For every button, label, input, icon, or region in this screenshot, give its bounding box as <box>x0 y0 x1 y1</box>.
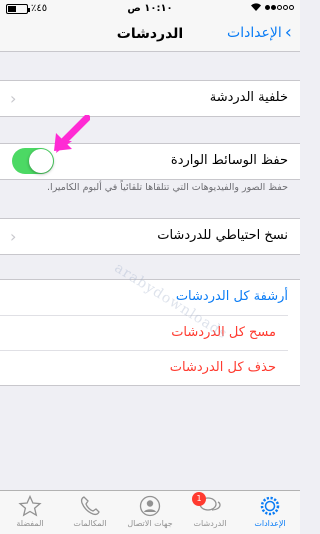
delete-all-label: حذف كل الدردشات <box>169 360 276 375</box>
unread-badge: 1 <box>192 492 206 506</box>
back-button[interactable]: › الإعدادات <box>227 22 292 43</box>
save-media-footnote: حفظ الصور والفيديوهات التي تتلقاها تلقائ… <box>47 182 288 193</box>
tab-label: الإعدادات <box>254 519 286 528</box>
signal-dot <box>265 4 270 10</box>
settings-icon <box>260 496 280 516</box>
signal-dot <box>271 4 276 10</box>
save-incoming-media-label: حفظ الوسائط الواردة <box>170 153 288 168</box>
signal-dot <box>277 4 282 10</box>
chat-wallpaper-label: خلفية الدردشة <box>209 90 288 105</box>
chat-wallpaper-row[interactable]: خلفية الدردشة ‹ <box>0 81 300 116</box>
tab-contacts[interactable]: جهات الاتصال <box>120 491 180 534</box>
navigation-bar: الدردشات › الإعدادات <box>0 18 300 52</box>
delete-all-row[interactable]: حذف كل الدردشات <box>0 350 288 385</box>
save-media-toggle[interactable] <box>12 148 54 174</box>
signal-dot <box>283 4 288 10</box>
chevron-right-icon: › <box>284 22 292 43</box>
star-icon <box>18 495 42 517</box>
status-bar: ٪٤٥ ١٠:١٠ ص <box>0 0 300 18</box>
clear-all-row[interactable]: مسح كل الدردشات <box>0 315 288 350</box>
tab-chats[interactable]: 1 الدردشات <box>180 491 240 534</box>
chat-backup-row[interactable]: نسخ احتياطي للدردشات ‹ <box>0 219 300 254</box>
archive-all-label: أرشفة كل الدردشات <box>175 289 288 304</box>
signal-dot <box>289 4 294 10</box>
tab-bar: المفضلة المكالمات جهات الاتصال 1 الدردشا… <box>0 490 300 534</box>
chevron-left-icon: ‹ <box>10 227 17 246</box>
tab-label: الدردشات <box>193 519 227 528</box>
tab-label: المفضلة <box>16 519 44 528</box>
backup-group: نسخ احتياطي للدردشات ‹ <box>0 218 300 255</box>
tab-settings[interactable]: الإعدادات <box>240 491 300 534</box>
tab-favorites[interactable]: المفضلة <box>0 491 60 534</box>
wallpaper-group: خلفية الدردشة ‹ <box>0 80 300 117</box>
phone-icon <box>80 496 100 516</box>
media-group: حفظ الوسائط الواردة <box>0 143 300 180</box>
chevron-left-icon: ‹ <box>10 89 17 108</box>
tab-label: المكالمات <box>73 519 107 528</box>
tab-label: جهات الاتصال <box>127 519 173 528</box>
wifi-icon <box>251 3 261 11</box>
signal-indicator <box>250 2 294 12</box>
chat-backup-label: نسخ احتياطي للدردشات <box>157 228 288 243</box>
contacts-icon <box>139 495 161 517</box>
highlight-arrow-icon <box>54 115 90 153</box>
save-incoming-media-row: حفظ الوسائط الواردة <box>0 144 300 179</box>
signal-strength <box>265 4 294 10</box>
tab-calls[interactable]: المكالمات <box>60 491 120 534</box>
back-label: الإعدادات <box>227 25 282 41</box>
